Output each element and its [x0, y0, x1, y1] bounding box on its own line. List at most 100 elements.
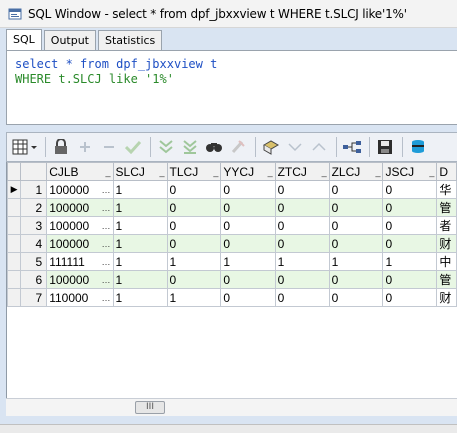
- row-number[interactable]: 2: [20, 198, 48, 217]
- grid-cell-cjlb[interactable]: 100000…: [46, 234, 114, 253]
- grid-cell-yycj[interactable]: 0: [220, 270, 276, 289]
- grid-cell-cjlb[interactable]: 100000…: [46, 216, 114, 235]
- grid-cell-jscj[interactable]: 0: [382, 234, 438, 253]
- column-menu-icon[interactable]: _: [160, 167, 165, 177]
- table-row[interactable]: 3 100000… 1 0 0 0 0 0 者: [6, 216, 457, 235]
- grid-cell-cjlb[interactable]: 100000…: [46, 180, 114, 199]
- grid-cell-slcj[interactable]: 1: [112, 288, 168, 307]
- grid-cell-zlcj[interactable]: 0: [328, 216, 384, 235]
- grid-cell-slcj[interactable]: 1: [112, 234, 168, 253]
- grid-cell-jscj[interactable]: 0: [382, 288, 438, 307]
- column-menu-icon[interactable]: _: [322, 167, 327, 177]
- column-header-ztcj[interactable]: ZTCJ _: [274, 162, 330, 181]
- fetch-last-icon[interactable]: [179, 136, 201, 158]
- column-header-jscj[interactable]: JSCJ _: [382, 162, 438, 181]
- cell-expand-icon[interactable]: …: [102, 239, 111, 249]
- grid-cell-yycj[interactable]: 0: [220, 288, 276, 307]
- grid-cell-d[interactable]: 财: [436, 288, 457, 307]
- save-icon[interactable]: [374, 136, 396, 158]
- grid-cell-tlcj[interactable]: 0: [166, 180, 222, 199]
- grid-cell-cjlb[interactable]: 100000…: [46, 198, 114, 217]
- column-menu-icon[interactable]: _: [429, 167, 434, 177]
- grid-cell-zlcj[interactable]: 0: [328, 288, 384, 307]
- row-indicator[interactable]: [6, 270, 22, 289]
- grid-cell-slcj[interactable]: 1: [112, 216, 168, 235]
- grid-cell-zlcj[interactable]: 1: [328, 252, 384, 271]
- sort-asc-icon[interactable]: [308, 136, 330, 158]
- grid-cell-jscj[interactable]: 0: [382, 180, 438, 199]
- grid-cell-slcj[interactable]: 1: [112, 198, 168, 217]
- grid-cell-d[interactable]: 管: [436, 270, 457, 289]
- grid-cell-slcj[interactable]: 1: [112, 252, 168, 271]
- row-number[interactable]: 1: [20, 180, 48, 199]
- grid-cell-ztcj[interactable]: 0: [274, 288, 330, 307]
- table-row[interactable]: ▶ 1 100000… 1 0 0 0 0 0 华: [6, 180, 457, 199]
- post-record-icon[interactable]: [122, 136, 144, 158]
- grid-cell-ztcj[interactable]: 0: [274, 180, 330, 199]
- grid-cell-zlcj[interactable]: 0: [328, 270, 384, 289]
- editor-splitter[interactable]: [6, 125, 457, 132]
- table-row[interactable]: 2 100000… 1 0 0 0 0 0 管: [6, 198, 457, 217]
- grid-cell-ztcj[interactable]: 0: [274, 234, 330, 253]
- grid-cell-yycj[interactable]: 1: [220, 252, 276, 271]
- grid-cell-slcj[interactable]: 1: [112, 180, 168, 199]
- grid-cell-tlcj[interactable]: 0: [166, 198, 222, 217]
- grid-cell-cjlb[interactable]: 110000…: [46, 288, 114, 307]
- row-number[interactable]: 5: [20, 252, 48, 271]
- grid-cell-d[interactable]: 管: [436, 198, 457, 217]
- column-menu-icon[interactable]: _: [106, 167, 111, 177]
- table-row[interactable]: 4 100000… 1 0 0 0 0 0 财: [6, 234, 457, 253]
- column-header-zlcj[interactable]: ZLCJ _: [328, 162, 384, 181]
- clear-icon[interactable]: [227, 136, 249, 158]
- row-number[interactable]: 7: [20, 288, 48, 307]
- grid-cell-tlcj[interactable]: 1: [166, 252, 222, 271]
- grid-cell-jscj[interactable]: 0: [382, 270, 438, 289]
- grid-cell-tlcj[interactable]: 0: [166, 270, 222, 289]
- grid-cell-yycj[interactable]: 0: [220, 234, 276, 253]
- row-number[interactable]: 6: [20, 270, 48, 289]
- row-indicator[interactable]: [6, 288, 22, 307]
- row-indicator[interactable]: [6, 252, 22, 271]
- grid-cell-tlcj[interactable]: 0: [166, 216, 222, 235]
- grid-cell-ztcj[interactable]: 1: [274, 252, 330, 271]
- grid-select-icon[interactable]: [11, 136, 39, 158]
- export-icon[interactable]: [407, 136, 429, 158]
- horizontal-scrollbar[interactable]: III: [6, 398, 457, 416]
- column-header-tlcj[interactable]: TLCJ _: [166, 162, 222, 181]
- link-icon[interactable]: [341, 136, 363, 158]
- column-menu-icon[interactable]: _: [375, 167, 380, 177]
- grid-cell-ztcj[interactable]: 0: [274, 216, 330, 235]
- grid-cell-zlcj[interactable]: 0: [328, 180, 384, 199]
- row-number[interactable]: 3: [20, 216, 48, 235]
- column-header-slcj[interactable]: SLCJ _: [112, 162, 168, 181]
- tab-output[interactable]: Output: [43, 30, 96, 50]
- grid-cell-cjlb[interactable]: 111111…: [46, 252, 114, 271]
- cell-expand-icon[interactable]: …: [102, 185, 111, 195]
- grid-cell-yycj[interactable]: 0: [220, 216, 276, 235]
- column-header-yycj[interactable]: YYCJ _: [220, 162, 276, 181]
- cell-expand-icon[interactable]: …: [102, 203, 111, 213]
- sql-editor[interactable]: select * from dpf_jbxxview t WHERE t.SLC…: [6, 50, 457, 125]
- grid-cell-zlcj[interactable]: 0: [328, 198, 384, 217]
- grid-cell-slcj[interactable]: 1: [112, 270, 168, 289]
- row-indicator[interactable]: [6, 198, 22, 217]
- cell-expand-icon[interactable]: …: [102, 293, 111, 303]
- table-row[interactable]: 5 111111… 1 1 1 1 1 1 中: [6, 252, 457, 271]
- column-header-d[interactable]: D: [436, 162, 457, 181]
- grid-cell-jscj[interactable]: 0: [382, 216, 438, 235]
- grid-cell-yycj[interactable]: 0: [220, 198, 276, 217]
- scrollbar-thumb[interactable]: III: [135, 401, 165, 414]
- grid-cell-d[interactable]: 中: [436, 252, 457, 271]
- grid-cell-ztcj[interactable]: 0: [274, 198, 330, 217]
- query-by-example-icon[interactable]: [260, 136, 282, 158]
- column-menu-icon[interactable]: _: [213, 167, 218, 177]
- grid-cell-d[interactable]: 者: [436, 216, 457, 235]
- grid-cell-jscj[interactable]: 0: [382, 198, 438, 217]
- tab-sql[interactable]: SQL: [6, 29, 42, 50]
- grid-cell-yycj[interactable]: 0: [220, 180, 276, 199]
- current-row-indicator-icon[interactable]: ▶: [6, 180, 22, 199]
- column-menu-icon[interactable]: _: [268, 167, 273, 177]
- grid-cell-jscj[interactable]: 1: [382, 252, 438, 271]
- row-indicator[interactable]: [6, 234, 22, 253]
- find-icon[interactable]: [203, 136, 225, 158]
